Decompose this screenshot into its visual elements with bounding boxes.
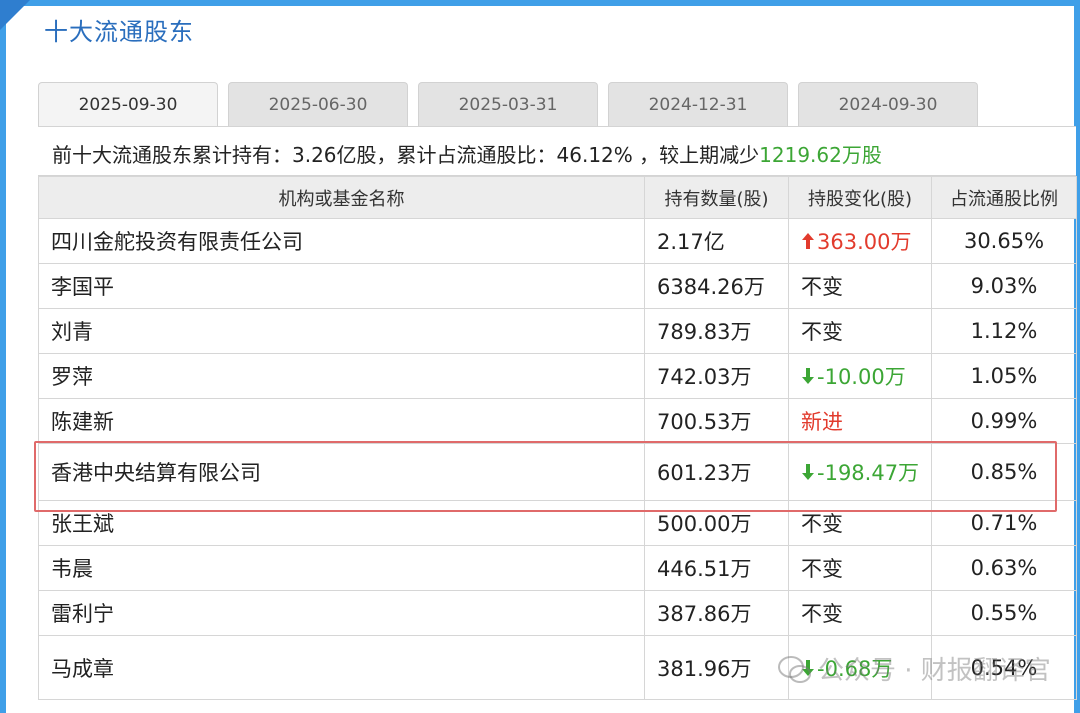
float-ratio: 0.99% (931, 398, 1077, 444)
holder-name[interactable]: 韦晨 (38, 545, 645, 591)
panel-title: 十大流通股东 (44, 18, 194, 46)
shares-change: 不变 (788, 590, 932, 636)
table-row[interactable]: 罗萍 742.03万 -10.00万 1.05% (38, 353, 1077, 399)
float-ratio: 0.71% (931, 500, 1077, 546)
arrow-down-icon (802, 464, 814, 480)
change-value: 不变 (801, 557, 843, 581)
tab-2025-09-30[interactable]: 2025-09-30 (38, 82, 218, 128)
shares-held: 381.96万 (644, 635, 789, 700)
shares-held: 446.51万 (644, 545, 789, 591)
table-row[interactable]: 陈建新 700.53万 新进 0.99% (38, 398, 1077, 444)
watermark: 公众号 · 财报翻译官 (778, 650, 1051, 687)
tab-2024-09-30[interactable]: 2024-09-30 (798, 82, 978, 126)
column-header-shares[interactable]: 持有数量(股) (644, 176, 789, 219)
watermark-text: 公众号 · 财报翻译官 (818, 656, 1051, 686)
arrow-up-icon (802, 233, 814, 249)
summary-bar: 前十大流通股东累计持有：3.26亿股，累计占流通股比：46.12% ，较上期减少… (38, 126, 1076, 176)
column-header-change[interactable]: 持股变化(股) (788, 176, 932, 219)
change-value: 新进 (801, 410, 843, 434)
shares-held: 601.23万 (644, 443, 789, 501)
corner-decoration (0, 0, 30, 30)
shares-held: 789.83万 (644, 308, 789, 354)
float-ratio: 0.63% (931, 545, 1077, 591)
change-value: 不变 (801, 320, 843, 344)
change-value: -198.47万 (817, 461, 920, 485)
shares-change: 不变 (788, 308, 932, 354)
float-ratio: 0.85% (931, 443, 1077, 501)
shares-change: 363.00万 (788, 218, 932, 264)
holder-name[interactable]: 马成章 (38, 635, 645, 700)
tab-2025-03-31[interactable]: 2025-03-31 (418, 82, 598, 126)
shares-change: 不变 (788, 500, 932, 546)
wechat-logo-icon (778, 656, 811, 683)
holder-name[interactable]: 罗萍 (38, 353, 645, 399)
change-value: 不变 (801, 275, 843, 299)
change-value: -10.00万 (817, 365, 906, 389)
holder-name[interactable]: 张王斌 (38, 500, 645, 546)
tab-2025-06-30[interactable]: 2025-06-30 (228, 82, 408, 126)
change-value: 363.00万 (817, 230, 912, 254)
column-header-ratio[interactable]: 占流通股比例 (931, 176, 1077, 219)
summary-text: 前十大流通股东累计持有：3.26亿股，累计占流通股比：46.12% ，较上期减少 (52, 143, 760, 167)
column-header-name[interactable]: 机构或基金名称 (38, 176, 645, 219)
float-ratio: 1.12% (931, 308, 1077, 354)
float-ratio: 1.05% (931, 353, 1077, 399)
table-row[interactable]: 刘青 789.83万 不变 1.12% (38, 308, 1077, 354)
shares-change: 不变 (788, 263, 932, 309)
holder-name[interactable]: 雷利宁 (38, 590, 645, 636)
table-header-row: 机构或基金名称 持有数量(股) 持股变化(股) 占流通股比例 (38, 176, 1077, 219)
shares-change: -198.47万 (788, 443, 932, 501)
shares-change: 不变 (788, 545, 932, 591)
shares-held: 742.03万 (644, 353, 789, 399)
table-row[interactable]: 张王斌 500.00万 不变 0.71% (38, 500, 1077, 546)
shares-held: 2.17亿 (644, 218, 789, 264)
holder-name[interactable]: 陈建新 (38, 398, 645, 444)
shares-held: 387.86万 (644, 590, 789, 636)
holder-name[interactable]: 香港中央结算有限公司 (38, 443, 645, 501)
holder-name[interactable]: 李国平 (38, 263, 645, 309)
table-row[interactable]: 李国平 6384.26万 不变 9.03% (38, 263, 1077, 309)
shares-change: -10.00万 (788, 353, 932, 399)
table-row[interactable]: 雷利宁 387.86万 不变 0.55% (38, 590, 1077, 636)
change-value: 不变 (801, 602, 843, 626)
shares-change: 新进 (788, 398, 932, 444)
tab-2024-12-31[interactable]: 2024-12-31 (608, 82, 788, 126)
shares-held: 700.53万 (644, 398, 789, 444)
shares-held: 500.00万 (644, 500, 789, 546)
holding-summary: 前十大流通股东累计持有：3.26亿股，累计占流通股比：46.12% ，较上期减少… (52, 139, 882, 168)
float-ratio: 30.65% (931, 218, 1077, 264)
table-row[interactable]: 韦晨 446.51万 不变 0.63% (38, 545, 1077, 591)
summary-change: 1219.62万股 (759, 143, 882, 167)
change-value: 不变 (801, 512, 843, 536)
table-row[interactable]: 香港中央结算有限公司 601.23万 -198.47万 0.85% (38, 443, 1077, 501)
holder-name[interactable]: 四川金舵投资有限责任公司 (38, 218, 645, 264)
float-ratio: 9.03% (931, 263, 1077, 309)
float-ratio: 0.55% (931, 590, 1077, 636)
holder-name[interactable]: 刘青 (38, 308, 645, 354)
table-row[interactable]: 四川金舵投资有限责任公司 2.17亿 363.00万 30.65% (38, 218, 1077, 264)
arrow-down-icon (802, 368, 814, 384)
shares-held: 6384.26万 (644, 263, 789, 309)
shareholders-table: 机构或基金名称 持有数量(股) 持股变化(股) 占流通股比例 四川金舵投资有限责… (38, 176, 1077, 700)
